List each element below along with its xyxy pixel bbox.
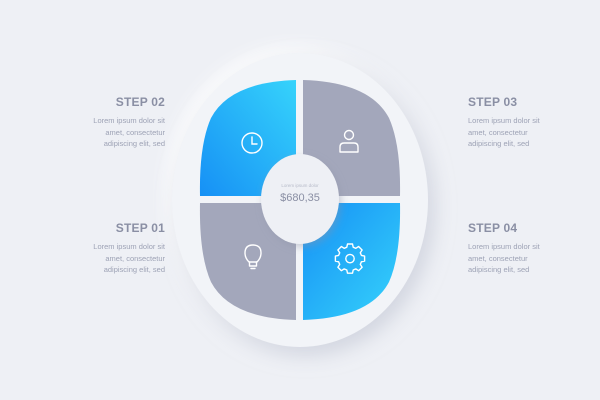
step-title: STEP 04 [468, 221, 518, 235]
infographic: Lorem ipsum dolor $680,35 STEP 02 Lorem … [0, 0, 600, 400]
center-amount: $680,35 [280, 192, 320, 204]
step-03-block: STEP 03 Lorem ipsum dolor sit amet, cons… [468, 95, 598, 150]
center-caption: Lorem ipsum dolor [281, 183, 319, 188]
step-description-line: adipiscing elit, sed [468, 139, 530, 148]
step-description-line: amet, consectetur [105, 253, 165, 263]
step-description-line: adipiscing elit, sed [103, 265, 165, 274]
step-02-block: STEP 02 Lorem ipsum dolor sit amet, cons… [35, 95, 165, 150]
step-title: STEP 02 [115, 95, 165, 109]
step-04-block: STEP 04 Lorem ipsum dolor sit amet, cons… [468, 221, 598, 276]
step-description-line: Lorem ipsum dolor sit [93, 242, 165, 251]
step-01-block: STEP 01 Lorem ipsum dolor sit amet, cons… [35, 221, 165, 276]
step-title: STEP 01 [115, 221, 165, 235]
step-description: Lorem ipsum dolor sit amet, consectetur … [35, 241, 165, 276]
step-description-line: amet, consectetur [468, 253, 528, 263]
step-description: Lorem ipsum dolor sit amet, consectetur … [35, 115, 165, 150]
center-label: Lorem ipsum dolor $680,35 [260, 183, 340, 205]
step-description-line: adipiscing elit, sed [468, 265, 530, 274]
step-description-line: amet, consectetur [468, 127, 528, 137]
step-description-line: Lorem ipsum dolor sit [93, 116, 165, 125]
step-description: Lorem ipsum dolor sit amet, consectetur … [468, 115, 598, 150]
step-description-line: amet, consectetur [105, 127, 165, 137]
step-title: STEP 03 [468, 95, 518, 109]
step-description: Lorem ipsum dolor sit amet, consectetur … [468, 241, 598, 276]
step-description-line: Lorem ipsum dolor sit [468, 242, 540, 251]
step-description-line: adipiscing elit, sed [103, 139, 165, 148]
step-description-line: Lorem ipsum dolor sit [468, 116, 540, 125]
